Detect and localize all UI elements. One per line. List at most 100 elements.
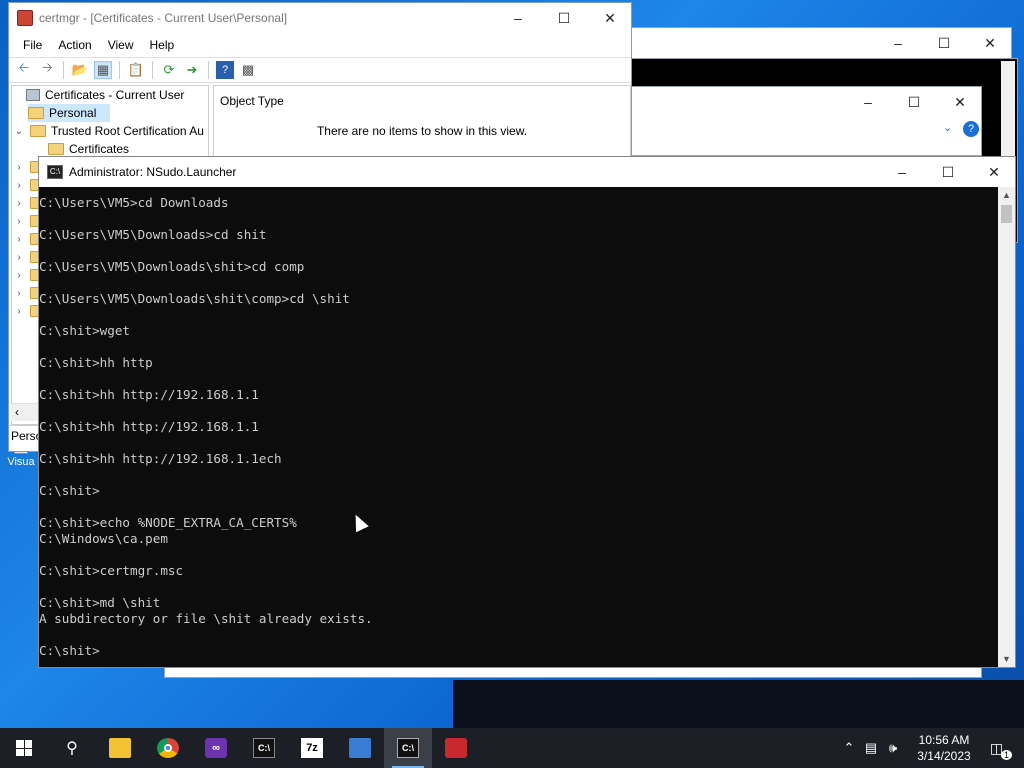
console-line: C:\shit>hh http://192.168.1.1 <box>39 387 259 402</box>
scrollbar-thumb[interactable] <box>1001 205 1012 223</box>
menu-file[interactable]: File <box>15 38 50 52</box>
console-line: C:\shit>wget <box>39 323 130 338</box>
console-scrollbar[interactable]: ▲ ▼ <box>998 187 1015 667</box>
console-line: C:\shit>md \shit <box>39 595 161 610</box>
toolbar-separator <box>208 61 209 79</box>
clock-time: 10:56 AM <box>918 733 970 747</box>
maximize-icon[interactable]: ☐ <box>541 3 587 33</box>
chevron-down-icon[interactable]: ⌄ <box>12 126 26 137</box>
file-explorer-icon <box>109 738 131 758</box>
chevron-right-icon[interactable]: › <box>12 216 26 227</box>
certmgr-app-icon <box>17 10 33 26</box>
chevron-left-icon[interactable]: ‹ <box>15 405 19 419</box>
menu-help[interactable]: Help <box>142 38 183 52</box>
desktop-dark-region <box>453 680 1024 728</box>
properties-icon[interactable]: ▩ <box>239 61 257 79</box>
system-tray: ⌃ ▤ 🕪 10:56 AM 3/14/2023 ◫ 1 <box>838 728 1024 768</box>
maximize-icon[interactable]: ☐ <box>921 28 967 58</box>
search-icon: ⚲ <box>66 740 78 757</box>
visual-studio-icon: ∞ <box>205 738 227 758</box>
scroll-down-icon[interactable]: ▼ <box>998 651 1015 667</box>
back-icon[interactable]: 🡠 <box>15 60 33 79</box>
background-window-3[interactable]: – ☐ ✕ ? ⌄ <box>630 86 982 156</box>
help-icon[interactable]: ? <box>963 121 979 137</box>
chevron-down-icon[interactable]: ⌄ <box>943 121 952 134</box>
chevron-right-icon[interactable]: › <box>12 270 26 281</box>
chevron-right-icon[interactable]: › <box>12 288 26 299</box>
console-titlebar[interactable]: C:\ Administrator: NSudo.Launcher – ☐ ✕ <box>39 157 1015 187</box>
menu-bar: File Action View Help <box>9 33 631 57</box>
notification-center-button[interactable]: ◫ 1 <box>984 740 1024 760</box>
console-line: C:\shit>hh http://192.168.1.1 <box>39 419 259 434</box>
column-header-object-type[interactable]: Object Type <box>220 94 284 108</box>
network-icon[interactable]: ▤ <box>860 740 882 756</box>
taskbar-app-chrome[interactable] <box>144 728 192 768</box>
search-button[interactable]: ⚲ <box>48 728 96 768</box>
taskbar-app-console[interactable]: C:\ <box>384 728 432 768</box>
show-hide-tree-icon[interactable]: ▦ <box>94 61 112 79</box>
certificate-store-icon <box>26 89 40 101</box>
notification-count: 1 <box>1001 749 1013 760</box>
mmc-icon <box>349 738 371 758</box>
menu-action[interactable]: Action <box>50 38 99 52</box>
close-icon[interactable]: ✕ <box>967 28 1013 58</box>
console-line: C:\Windows\ca.pem <box>39 531 168 546</box>
chevron-right-icon[interactable]: › <box>12 180 26 191</box>
terminal-icon: C:\ <box>253 738 275 758</box>
tree-item-personal[interactable]: Personal <box>28 104 110 122</box>
console-line: C:\shit> <box>39 643 100 658</box>
taskbar-app-7zip[interactable]: 7z <box>288 728 336 768</box>
tree-label: Certificates - Current User <box>45 88 185 102</box>
chevron-right-icon[interactable]: › <box>12 162 26 173</box>
help-icon[interactable]: ? <box>216 61 234 79</box>
up-folder-icon[interactable]: 📂 <box>71 61 89 79</box>
desktop-shortcut-label: Visua <box>7 456 35 468</box>
chevron-up-icon[interactable]: ⌃ <box>838 740 860 756</box>
close-icon[interactable]: ✕ <box>587 3 633 33</box>
console-window[interactable]: C:\ Administrator: NSudo.Launcher – ☐ ✕ … <box>38 156 1016 668</box>
close-icon[interactable]: ✕ <box>971 157 1017 187</box>
tree-item-trusted-root[interactable]: ⌄ Trusted Root Certification Au <box>12 122 208 140</box>
taskbar-app-file-explorer[interactable] <box>96 728 144 768</box>
console-line: A subdirectory or file \shit already exi… <box>39 611 373 626</box>
start-button[interactable] <box>0 728 48 768</box>
volume-icon[interactable]: 🕪 <box>882 740 904 756</box>
taskbar-app-toolbox[interactable] <box>432 728 480 768</box>
minimize-icon[interactable]: – <box>879 157 925 187</box>
console-line: C:\shit> <box>39 483 100 498</box>
clipboard-icon[interactable]: 📋 <box>127 61 145 79</box>
taskbar-app-visual-studio[interactable]: ∞ <box>192 728 240 768</box>
minimize-icon[interactable]: – <box>845 87 891 117</box>
certmgr-titlebar[interactable]: certmgr - [Certificates - Current User\P… <box>9 3 631 33</box>
taskbar-app-terminal[interactable]: C:\ <box>240 728 288 768</box>
maximize-icon[interactable]: ☐ <box>925 157 971 187</box>
refresh-icon[interactable]: ⟳ <box>160 61 178 79</box>
menu-view[interactable]: View <box>100 38 142 52</box>
chevron-right-icon[interactable]: › <box>12 306 26 317</box>
clock[interactable]: 10:56 AM 3/14/2023 <box>904 732 984 764</box>
taskbar-app-mmc[interactable] <box>336 728 384 768</box>
console-line: C:\shit>echo %NODE_EXTRA_CA_CERTS% <box>39 515 297 530</box>
minimize-icon[interactable]: – <box>495 3 541 33</box>
chevron-right-icon[interactable]: › <box>12 234 26 245</box>
chevron-right-icon[interactable]: › <box>12 198 26 209</box>
close-icon[interactable]: ✕ <box>937 87 983 117</box>
minimize-icon[interactable]: – <box>875 28 921 58</box>
chevron-right-icon[interactable]: › <box>12 252 26 263</box>
export-icon[interactable]: ➜ <box>183 61 201 79</box>
scroll-up-icon[interactable]: ▲ <box>998 187 1015 203</box>
console-line: C:\Users\VM5>cd Downloads <box>39 195 229 210</box>
tree-label: Trusted Root Certification Au <box>51 124 204 138</box>
maximize-icon[interactable]: ☐ <box>891 87 937 117</box>
console-line: C:\Users\VM5\Downloads>cd shit <box>39 227 267 242</box>
console-line: C:\shit>hh http <box>39 355 153 370</box>
forward-icon[interactable]: 🡢 <box>38 60 56 79</box>
console-output[interactable]: C:\Users\VM5>cd Downloads C:\Users\VM5\Do… <box>39 187 999 667</box>
tree-item-root[interactable]: Certificates - Current User <box>12 86 208 104</box>
